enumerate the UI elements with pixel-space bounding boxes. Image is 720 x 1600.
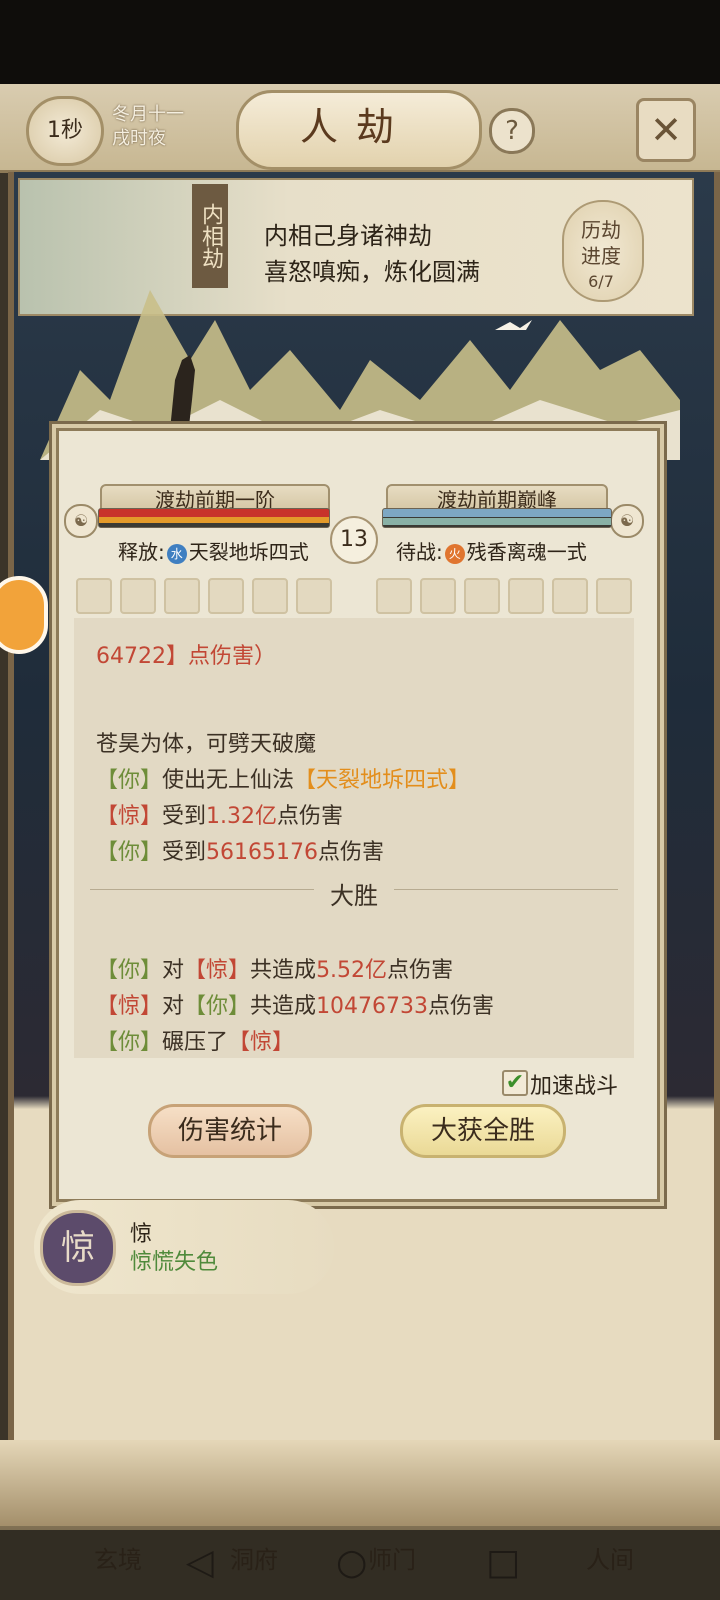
log-actor: 【你】 [96, 958, 163, 983]
page-title: 人劫 [299, 105, 412, 149]
log-number: 5.52亿 [316, 958, 388, 983]
battle-log[interactable]: 64722】点伤害） 苍昊为体，可劈天破魔 【你】使出无上仙法【天裂地坼四式】 … [74, 618, 634, 1058]
log-line: 【你】碾压了【惊】 [96, 1024, 294, 1056]
log-partial: 64722】点伤害） [96, 644, 276, 669]
buff-slot[interactable] [464, 578, 500, 614]
buff-slot[interactable] [296, 578, 332, 614]
divider [90, 889, 314, 890]
buff-slot[interactable] [420, 578, 456, 614]
bottom-nav [0, 1440, 720, 1530]
help-icon[interactable]: ? [489, 108, 535, 154]
game-date-month: 冬月十一 [112, 104, 184, 125]
buff-slot[interactable] [596, 578, 632, 614]
log-skill: 【天裂地坼四式】 [294, 768, 471, 793]
player-skill-prefix: 释放: [118, 540, 165, 564]
player-hp-fill [99, 509, 329, 517]
buff-slot[interactable] [552, 578, 588, 614]
divider [394, 889, 618, 890]
speed-up-checkbox[interactable]: ✔ [502, 1070, 528, 1096]
log-line: 【你】对【惊】共造成5.52亿点伤害 [96, 952, 453, 984]
game-date-time: 戌时夜 [112, 128, 166, 149]
log-number: 56165176 [206, 840, 319, 865]
log-text: 点伤害 [428, 994, 495, 1019]
log-line: 【你】使出无上仙法【天裂地坼四式】 [96, 762, 470, 794]
log-target: 【惊】 [228, 1030, 295, 1055]
enemy-hp-fill [383, 509, 611, 517]
battle-result-label: 大胜 [330, 882, 378, 910]
log-text: 共造成 [250, 994, 317, 1019]
enemy-mp-fill [383, 518, 611, 525]
floating-assist-bubble[interactable] [0, 576, 48, 654]
log-target: 【你】 [184, 994, 251, 1019]
water-element-icon: 水 [166, 543, 187, 564]
log-target: 【惊】 [184, 958, 251, 983]
log-line: 64722】点伤害） [96, 638, 276, 670]
enemy-skill-status: 待战: 火残香离魂一式 [396, 536, 587, 565]
buff-slot[interactable] [376, 578, 412, 614]
fire-element-icon: 火 [444, 543, 465, 564]
enemy-skill-prefix: 待战: [396, 540, 443, 564]
round-counter: 13 [330, 516, 378, 564]
log-text: 受到 [162, 840, 207, 865]
enemy-buff-slots [376, 578, 636, 614]
enemy-status: 惊慌失色 [130, 1250, 219, 1275]
timer-badge: 1秒 [26, 96, 104, 166]
log-text: 碾压了 [162, 1030, 229, 1055]
log-text: 点伤害 [318, 840, 385, 865]
log-text: 对 [162, 994, 185, 1019]
log-actor: 【你】 [96, 768, 163, 793]
log-line: 苍昊为体，可劈天破魔 [96, 732, 317, 757]
log-actor: 【惊】 [96, 804, 163, 829]
buff-slot[interactable] [76, 578, 112, 614]
player-skill-name: 天裂地坼四式 [188, 540, 309, 564]
log-text: 使出无上仙法 [162, 768, 295, 793]
log-text: 受到 [162, 804, 207, 829]
log-text: 点伤害 [387, 958, 454, 983]
log-number: 10476733 [316, 994, 429, 1019]
enemy-hp-bar [382, 508, 612, 528]
buff-slot[interactable] [120, 578, 156, 614]
enemy-portrait-icon[interactable]: ☯ [610, 504, 644, 538]
enemy-skill-name: 残香离魂一式 [466, 540, 587, 564]
log-actor: 【你】 [96, 1030, 163, 1055]
log-line: 【惊】受到1.32亿点伤害 [96, 798, 343, 830]
player-buff-slots [76, 578, 336, 614]
player-portrait-icon[interactable]: ☯ [64, 504, 98, 538]
log-text: 点伤害 [277, 804, 344, 829]
back-icon[interactable]: ◁ [186, 1542, 214, 1583]
log-actor: 【惊】 [96, 994, 163, 1019]
home-icon[interactable]: ○ [336, 1542, 367, 1583]
victory-confirm-button[interactable]: 大获全胜 [400, 1104, 566, 1158]
log-line: 【你】受到56165176点伤害 [96, 834, 384, 866]
speed-up-label[interactable]: 加速战斗 [530, 1068, 618, 1100]
buff-slot[interactable] [164, 578, 200, 614]
log-line: 【惊】对【你】共造成10476733点伤害 [96, 988, 494, 1020]
progress-label-1: 历劫 [581, 218, 621, 242]
close-button[interactable]: ✕ [636, 98, 696, 162]
log-text: 对 [162, 958, 185, 983]
buff-slot[interactable] [208, 578, 244, 614]
player-mp-fill [99, 517, 329, 523]
buff-slot[interactable] [508, 578, 544, 614]
damage-stats-button[interactable]: 伤害统计 [148, 1104, 312, 1158]
player-skill-status: 释放: 水天裂地坼四式 [118, 536, 309, 565]
player-hp-bar [98, 508, 330, 528]
recents-icon[interactable]: □ [486, 1542, 520, 1583]
log-actor: 【你】 [96, 840, 163, 865]
avatar: 惊 [40, 1210, 116, 1286]
status-bar [0, 0, 720, 84]
log-text: 共造成 [250, 958, 317, 983]
log-number: 1.32亿 [206, 804, 278, 829]
buff-slot[interactable] [252, 578, 288, 614]
trial-title: 内相己身诸神劫 [264, 222, 432, 250]
